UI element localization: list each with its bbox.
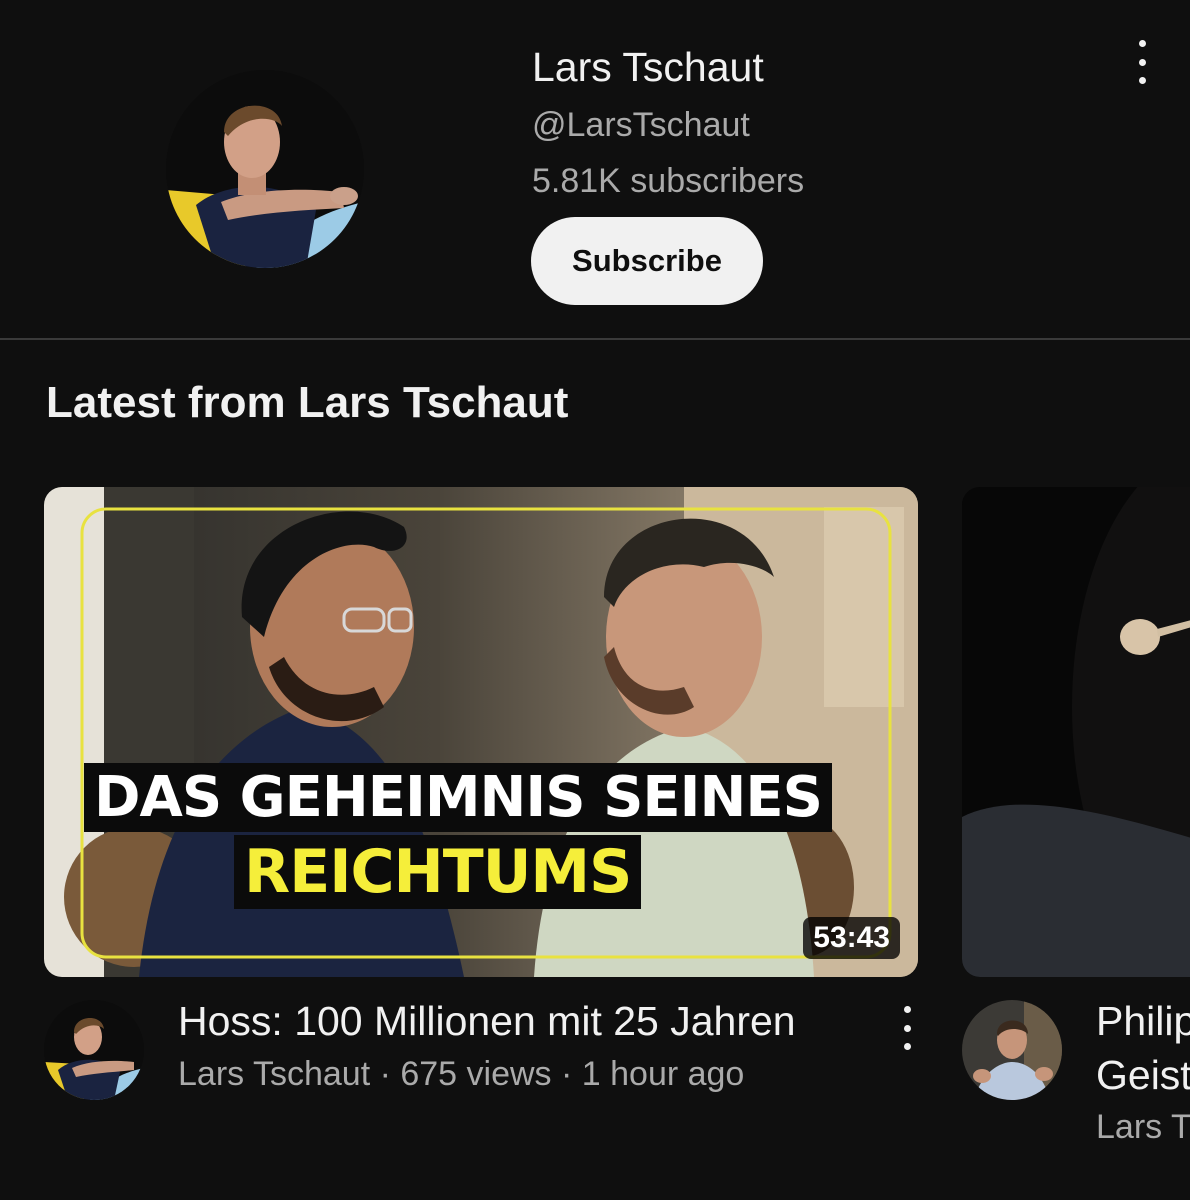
video-thumbnail[interactable]: DAS GEHEIMNIS SEINES REICHTUMS 53:43: [44, 487, 918, 977]
video-2-title-line-1[interactable]: Philip: [1096, 998, 1190, 1045]
video-2-title-line-2[interactable]: Geist: [1096, 1052, 1190, 1099]
section-title: Latest from Lars Tschaut: [46, 378, 569, 427]
channel-handle: @LarsTschaut: [532, 106, 750, 144]
video-2-meta: Lars T: [1096, 1108, 1190, 1146]
more-vert-icon[interactable]: [892, 1006, 922, 1050]
video-channel-avatar-image: [44, 1000, 144, 1100]
header-divider: [0, 338, 1190, 340]
subscribe-button[interactable]: Subscribe: [531, 217, 763, 305]
video-2-channel-avatar[interactable]: [962, 1000, 1062, 1100]
channel-avatar-image: [166, 70, 364, 268]
thumbnail-headline-2: REICHTUMS: [234, 835, 642, 909]
video-title[interactable]: Hoss: 100 Millionen mit 25 Jahren: [178, 998, 796, 1045]
subscriber-count: 5.81K subscribers: [532, 162, 805, 200]
video-meta: Lars Tschaut · 675 views · 1 hour ago: [178, 1055, 745, 1093]
channel-avatar[interactable]: [166, 70, 364, 268]
thumbnail-headline-1: DAS GEHEIMNIS SEINES: [84, 763, 832, 832]
channel-name: Lars Tschaut: [532, 44, 764, 90]
more-vert-icon[interactable]: [1127, 40, 1157, 84]
video-2-channel-avatar-image: [962, 1000, 1062, 1100]
video-channel-avatar[interactable]: [44, 1000, 144, 1100]
video-thumbnail-2-image: [962, 487, 1190, 977]
video-thumbnail-2[interactable]: [962, 487, 1190, 977]
video-duration: 53:43: [803, 917, 900, 959]
